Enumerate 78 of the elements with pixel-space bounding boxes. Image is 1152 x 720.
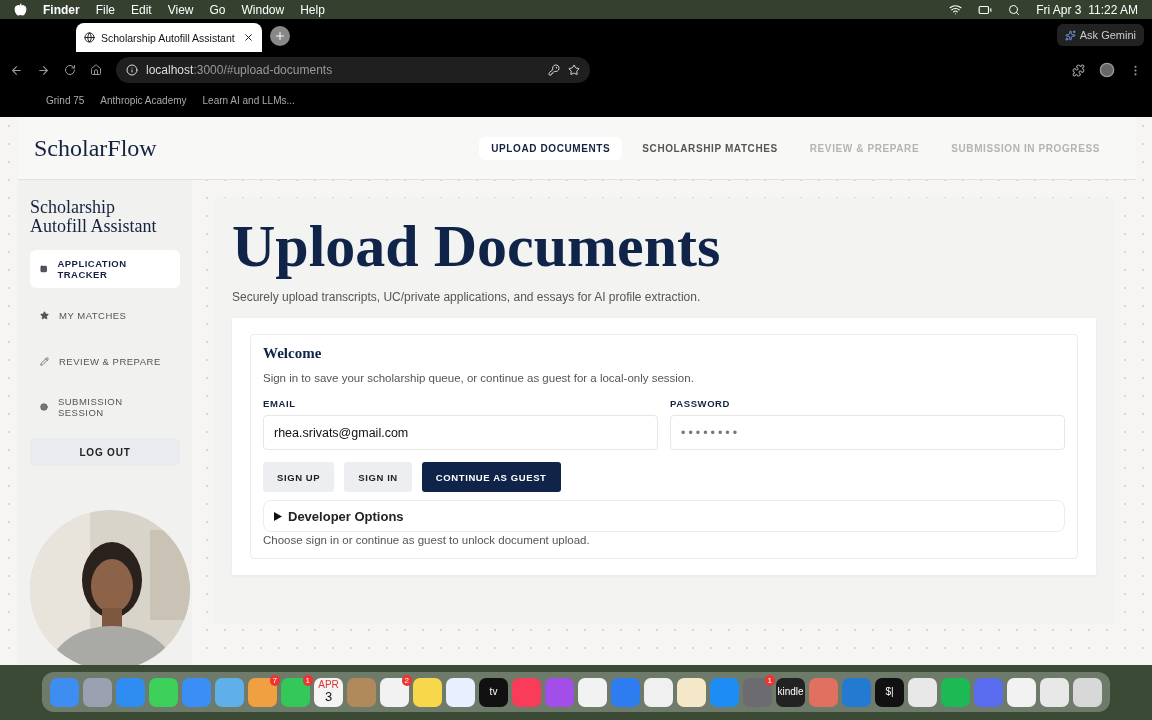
auth-button[interactable]: SIGN UP <box>263 462 335 492</box>
dock-icon[interactable]: APR 3 <box>314 677 343 707</box>
logout-button[interactable]: LOG OUT <box>30 438 180 466</box>
welcome-text: Sign in to save your scholarship queue, or continue as guest for a local-only session. <box>263 372 695 384</box>
star-icon <box>40 310 49 320</box>
badge: 1 <box>302 674 313 686</box>
menu-item[interactable]: Go <box>209 2 226 17</box>
back-icon[interactable] <box>10 63 23 77</box>
dock-icon[interactable]: 1 <box>281 677 310 707</box>
dock-icon[interactable] <box>1040 677 1069 707</box>
page-subtitle: Securely upload transcripts, UC/private applications, and essays for AI profile extraction. <box>232 290 702 304</box>
menu-item[interactable]: File <box>95 2 115 17</box>
pencil-icon <box>40 356 49 366</box>
dock-icon[interactable] <box>578 677 607 707</box>
dock-icon[interactable]: kindle <box>776 677 805 707</box>
dock-icon[interactable] <box>1007 677 1036 707</box>
badge: 2 <box>401 674 412 686</box>
menu-item[interactable]: Finder <box>43 2 80 17</box>
dock-icon[interactable] <box>215 677 244 707</box>
page-heading: Upload Documents <box>232 212 722 281</box>
sidebar-item[interactable]: MY MATCHES <box>30 296 180 334</box>
ask-button[interactable]: Ask Gemini <box>1056 24 1144 46</box>
home-icon[interactable] <box>90 64 102 76</box>
menu-item[interactable]: View <box>167 2 194 17</box>
dock-icon[interactable] <box>446 677 475 707</box>
nav-link[interactable]: SCHOLARSHIP MATCHES <box>630 136 790 160</box>
extensions-icon[interactable] <box>1072 63 1085 77</box>
globe-icon <box>84 32 95 43</box>
dock-icon[interactable] <box>908 677 937 707</box>
square-icon <box>40 265 48 273</box>
auth-button[interactable]: CONTINUE AS GUEST <box>421 462 561 492</box>
close-icon[interactable] <box>243 32 254 43</box>
dock-icon[interactable] <box>1073 677 1102 707</box>
hint-text: Choose sign in or continue as guest to unlock document upload. <box>263 534 591 546</box>
dock-icon[interactable] <box>644 677 673 707</box>
email-field[interactable]: rhea.srivats@gmail.com <box>263 415 658 450</box>
dock-icon[interactable] <box>413 677 442 707</box>
dock-icon[interactable]: 2 <box>380 677 409 707</box>
address-bar[interactable]: localhost:3000/#upload-documents <box>116 57 590 83</box>
dock-icon[interactable]: tv <box>479 677 508 707</box>
menu-item[interactable]: Window <box>241 2 285 17</box>
badge: 7 <box>269 674 280 686</box>
new-tab-button[interactable] <box>270 26 290 46</box>
dot-icon <box>40 403 48 411</box>
nav-link[interactable]: UPLOAD DOCUMENTS <box>479 136 623 160</box>
search-icon[interactable] <box>1008 3 1021 16</box>
dock-icon[interactable] <box>149 677 178 707</box>
menu-item[interactable]: Help <box>300 2 325 17</box>
sidebar-title: Scholarship Autofill Assistant <box>30 198 158 236</box>
logo[interactable]: ScholarFlow <box>34 134 157 162</box>
dock-icon[interactable] <box>677 677 706 707</box>
sidebar-item[interactable]: REVIEW & PREPARE <box>30 342 180 380</box>
menu-clock[interactable]: Fri Apr 3 11:22 AM <box>1036 2 1138 17</box>
forward-icon[interactable] <box>37 63 50 77</box>
sparkle-icon <box>1064 29 1076 41</box>
password-field[interactable]: •••••••• <box>670 415 1065 450</box>
bookmark[interactable]: Learn AI and LLMs... <box>202 94 295 106</box>
dock-icon[interactable]: 7 <box>248 677 277 707</box>
reload-icon[interactable] <box>64 64 76 76</box>
sidebar-item[interactable]: SUBMISSION SESSION <box>30 388 180 426</box>
avatar-icon[interactable] <box>1099 62 1115 78</box>
bookmark[interactable]: Grind 75 <box>46 94 85 106</box>
welcome-title: Welcome <box>263 345 323 362</box>
wifi-icon[interactable] <box>949 3 963 16</box>
password-label: PASSWORD <box>670 398 732 409</box>
plus-icon <box>274 30 286 42</box>
auth-button[interactable]: SIGN IN <box>344 462 412 492</box>
disclosure-icon <box>274 511 282 521</box>
menu-item[interactable]: Edit <box>131 2 152 17</box>
dock-icon[interactable]: 1 <box>743 677 772 707</box>
developer-options[interactable]: Developer Options <box>263 500 1065 532</box>
badge: 1 <box>764 674 775 686</box>
dock-icon[interactable]: $| <box>875 677 904 707</box>
apple-icon[interactable] <box>14 3 27 16</box>
email-label: EMAIL <box>263 398 297 409</box>
sidebar-item[interactable]: APPLICATION TRACKER <box>30 250 180 288</box>
bookmark[interactable]: Anthropic Academy <box>100 94 187 106</box>
browser-tab[interactable]: Scholarship Autofill Assistant <box>76 23 262 52</box>
